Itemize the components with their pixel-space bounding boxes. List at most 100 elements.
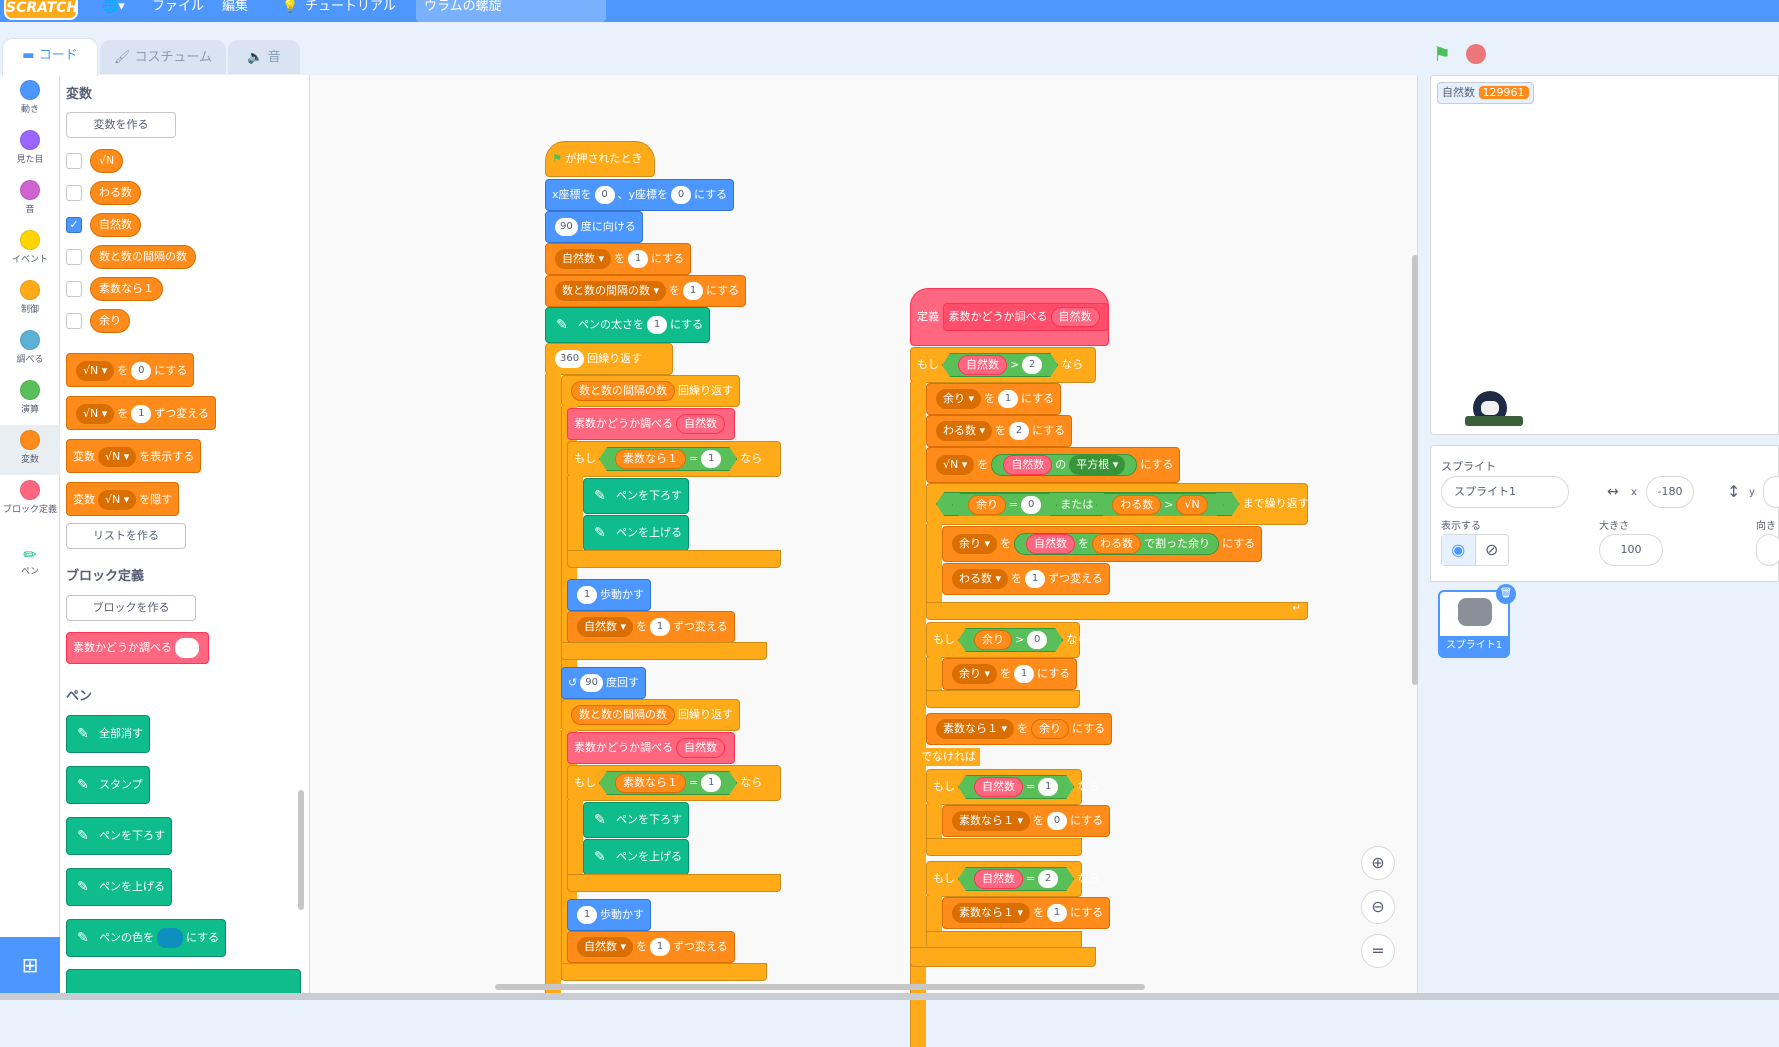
variable-checkbox[interactable] — [66, 185, 82, 201]
sprite-name-input[interactable]: スプライト1 — [1441, 476, 1569, 508]
set-variable-block[interactable]: 余り ▾ を自然数をわる数 で割った余り にする — [942, 526, 1263, 562]
pen-stamp-block[interactable]: ✎ スタンプ — [66, 766, 150, 804]
set-variable-block[interactable]: 余り ▾ を 1 にする — [942, 658, 1078, 690]
move-steps-block[interactable]: 1 歩動かす — [567, 579, 651, 611]
move-steps-block[interactable]: 1 歩動かす — [567, 899, 651, 931]
tutorial-menu[interactable]: チュートリアル — [305, 0, 396, 22]
change-variable-block[interactable]: 自然数 ▾ を 1 ずつ変える — [567, 931, 735, 963]
show-sprite-toggle[interactable]: ◉ — [1442, 535, 1476, 565]
turn-block[interactable]: ↺ 90 度回す — [561, 667, 646, 699]
pen-up-block[interactable]: ✎ ペンを上げる — [66, 868, 172, 906]
category-myblocks[interactable]: ブロック定義 — [0, 480, 60, 515]
green-flag-button[interactable]: ⚑ — [1433, 42, 1451, 66]
repeat-until-block[interactable]: 余り = 0 または わる数 > √N まで繰り返す — [926, 483, 1309, 525]
edit-menu[interactable]: 編集 — [222, 0, 248, 22]
stop-button[interactable] — [1466, 44, 1486, 64]
change-variable-block[interactable]: √N ▾ を 1 ずつ変える — [66, 396, 216, 430]
category-sensing[interactable]: 調べる — [0, 330, 60, 365]
goto-xy-block[interactable]: x座標を 0 、y座標を 0 にする — [545, 179, 735, 211]
variable-checkbox[interactable] — [66, 281, 82, 297]
if-block[interactable]: もし 余り >0 なら — [926, 622, 1088, 658]
variable-reporter[interactable]: 余り — [90, 309, 130, 333]
palette-scrollbar[interactable] — [298, 790, 304, 910]
change-variable-block[interactable]: わる数 ▾ を 1 ずつ変える — [942, 563, 1110, 595]
inner-repeat-block[interactable]: 数と数の間隔の数 回繰り返す — [561, 699, 740, 731]
pen-down-block[interactable]: ✎ ペンを下ろす — [583, 478, 689, 514]
variable-reporter[interactable]: √N — [90, 149, 124, 173]
zoom-in-button[interactable]: ⊕ — [1361, 846, 1395, 880]
workspace-vertical-scrollbar[interactable] — [1412, 255, 1418, 685]
show-variable-block[interactable]: 変数 √N ▾ を表示する — [66, 439, 202, 473]
category-control[interactable]: 制御 — [0, 280, 60, 315]
if-block[interactable]: もし 自然数 = 1 なら — [926, 769, 1099, 805]
y-position-input[interactable] — [1763, 476, 1779, 508]
add-extension-button[interactable]: ⊞ — [0, 937, 60, 993]
define-block[interactable]: 定義 素数かどうか調べる 自然数 — [910, 288, 1109, 346]
code-workspace[interactable]: ⚑ が押されたとき x座標を 0 、y座標を 0 にする 90 度に向ける 自然数 ▾ を 1… — [310, 75, 1418, 1047]
set-variable-block[interactable]: 素数なら１ ▾ を 0 にする — [942, 805, 1111, 837]
delete-sprite-button[interactable]: 🗑 — [1496, 584, 1516, 604]
set-variable-block[interactable]: √N ▾ を自然数の平方根 ▾ にする — [926, 447, 1181, 483]
pen-down-block[interactable]: ✎ ペンを下ろす — [583, 802, 689, 838]
variable-reporter[interactable]: わる数 — [90, 181, 141, 205]
custom-block[interactable]: 素数かどうか調べる — [66, 632, 209, 664]
variable-checkbox[interactable] — [66, 249, 82, 265]
project-title-input[interactable]: ウラムの螺旋 — [416, 0, 606, 22]
if-block[interactable]: もし 素数なら１ = 1 なら — [567, 765, 781, 801]
make-list-button[interactable]: リストを作る — [66, 523, 186, 549]
stage[interactable]: 自然数 129961 — [1430, 75, 1779, 435]
tab-code[interactable]: ▬ コード — [2, 38, 98, 76]
make-block-button[interactable]: ブロックを作る — [66, 595, 196, 621]
category-motion[interactable]: 動き — [0, 80, 60, 115]
language-menu[interactable]: 🌐▾ — [102, 0, 125, 22]
variable-checkbox[interactable] — [66, 153, 82, 169]
set-variable-block[interactable]: 素数なら１ ▾ を余り にする — [926, 713, 1113, 745]
variable-monitor[interactable]: 自然数 129961 — [1437, 82, 1534, 104]
set-variable-block[interactable]: √N ▾ を 0 にする — [66, 353, 195, 387]
when-flag-clicked-hat[interactable]: ⚑ が押されたとき — [545, 141, 655, 177]
sprite-thumbnail[interactable]: スプライト1 🗑 — [1438, 584, 1516, 658]
workspace-horizontal-scrollbar[interactable] — [495, 984, 1145, 990]
variable-reporter[interactable]: 自然数 — [90, 213, 141, 237]
if-block[interactable]: もし 自然数 = 2 なら — [926, 861, 1099, 897]
sprite-on-stage[interactable] — [1465, 386, 1525, 431]
color-swatch[interactable] — [157, 928, 183, 948]
variable-checkbox[interactable] — [66, 313, 82, 329]
tab-costumes[interactable]: 🖌 コスチューム — [100, 40, 226, 74]
pen-down-block[interactable]: ✎ ペンを下ろす — [66, 817, 172, 855]
set-variable-block[interactable]: わる数 ▾ を 2 にする — [926, 415, 1073, 447]
category-operators[interactable]: 演算 — [0, 380, 60, 415]
hide-variable-block[interactable]: 変数 √N ▾ を隠す — [66, 482, 180, 516]
call-custom-block[interactable]: 素数かどうか調べる 自然数 — [567, 732, 735, 764]
size-input[interactable]: 100 — [1599, 534, 1663, 566]
if-else-block[interactable]: もし 自然数 >2 なら — [910, 347, 1096, 383]
scratch-logo[interactable]: SCRATCH — [4, 0, 78, 20]
category-sound[interactable]: 音 — [0, 180, 60, 215]
point-direction-block[interactable]: 90 度に向ける — [545, 211, 643, 243]
category-events[interactable]: イベント — [0, 230, 60, 265]
if-block[interactable]: もし 素数なら１ = 1 なら — [567, 441, 781, 477]
pen-up-block[interactable]: ✎ ペンを上げる — [583, 839, 689, 875]
inner-repeat-block[interactable]: 数と数の間隔の数 回繰り返す — [561, 375, 740, 407]
pen-up-block[interactable]: ✎ ペンを上げる — [583, 515, 689, 551]
tab-sounds[interactable]: 🔈 音 — [228, 40, 300, 74]
set-variable-block[interactable]: 自然数 ▾ を 1 にする — [545, 243, 692, 275]
set-variable-block[interactable]: 余り ▾ を 1 にする — [926, 383, 1062, 415]
zoom-reset-button[interactable]: = — [1361, 934, 1395, 968]
repeat-block[interactable]: 360 回繰り返す — [545, 343, 673, 375]
file-menu[interactable]: ファイル — [152, 0, 204, 22]
category-looks[interactable]: 見た目 — [0, 130, 60, 165]
zoom-out-button[interactable]: ⊖ — [1361, 890, 1395, 924]
hide-sprite-toggle[interactable]: ⊘ — [1476, 535, 1509, 565]
variable-reporter[interactable]: 素数なら１ — [90, 277, 163, 301]
category-pen[interactable]: ✏ ペン — [0, 545, 60, 577]
set-pen-size-block[interactable]: ✎ ペンの太さを 1 にする — [545, 307, 711, 343]
pen-clear-block[interactable]: ✎ 全部消す — [66, 715, 150, 753]
set-variable-block[interactable]: 素数なら１ ▾ を 1 にする — [942, 897, 1111, 929]
change-variable-block[interactable]: 自然数 ▾ を 1 ずつ変える — [567, 611, 735, 643]
variable-reporter[interactable]: 数と数の間隔の数 — [90, 245, 196, 269]
direction-input[interactable] — [1756, 534, 1779, 566]
variable-checkbox-checked[interactable]: ✓ — [66, 217, 82, 233]
make-variable-button[interactable]: 変数を作る — [66, 112, 176, 138]
pen-color-block[interactable]: ✎ ペンの色を にする — [66, 919, 227, 957]
